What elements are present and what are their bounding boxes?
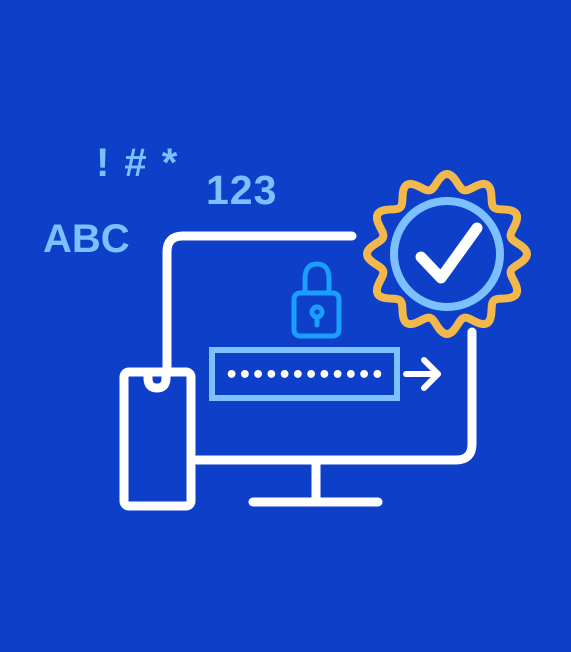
arrow-right-icon bbox=[403, 357, 441, 391]
padlock-icon bbox=[291, 261, 342, 339]
password-mask: •••••••••••• bbox=[225, 363, 384, 388]
checkmark-icon bbox=[415, 222, 483, 284]
password-field-icon: •••••••••••• bbox=[209, 347, 400, 401]
mobile-phone-icon bbox=[119, 367, 196, 511]
illustration: ! # * 123 ABC •••••••••••• bbox=[0, 0, 571, 652]
illustration-art: •••••••••••• bbox=[119, 170, 531, 511]
verified-badge-icon bbox=[363, 170, 531, 338]
